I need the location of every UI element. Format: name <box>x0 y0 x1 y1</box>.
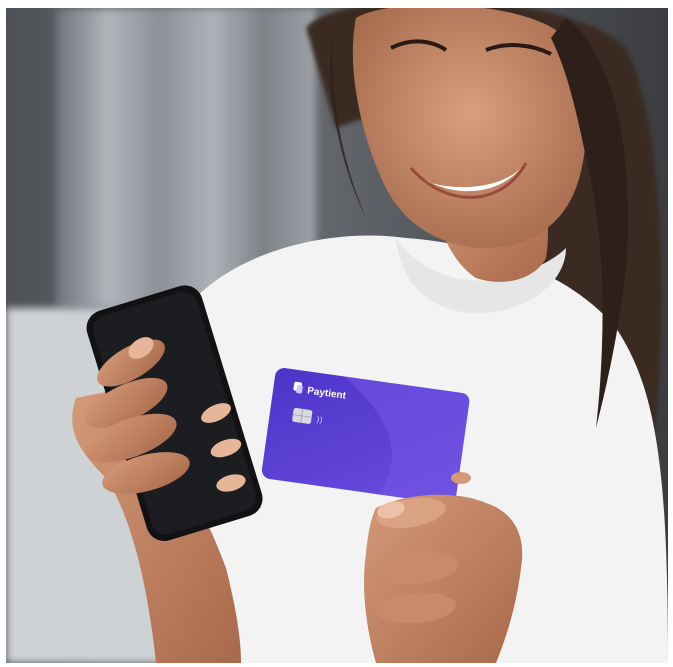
contactless-icon: )) <box>316 415 323 425</box>
photo-frame: Paytient )) <box>6 8 668 663</box>
photo-illustration: Paytient )) <box>6 8 668 663</box>
